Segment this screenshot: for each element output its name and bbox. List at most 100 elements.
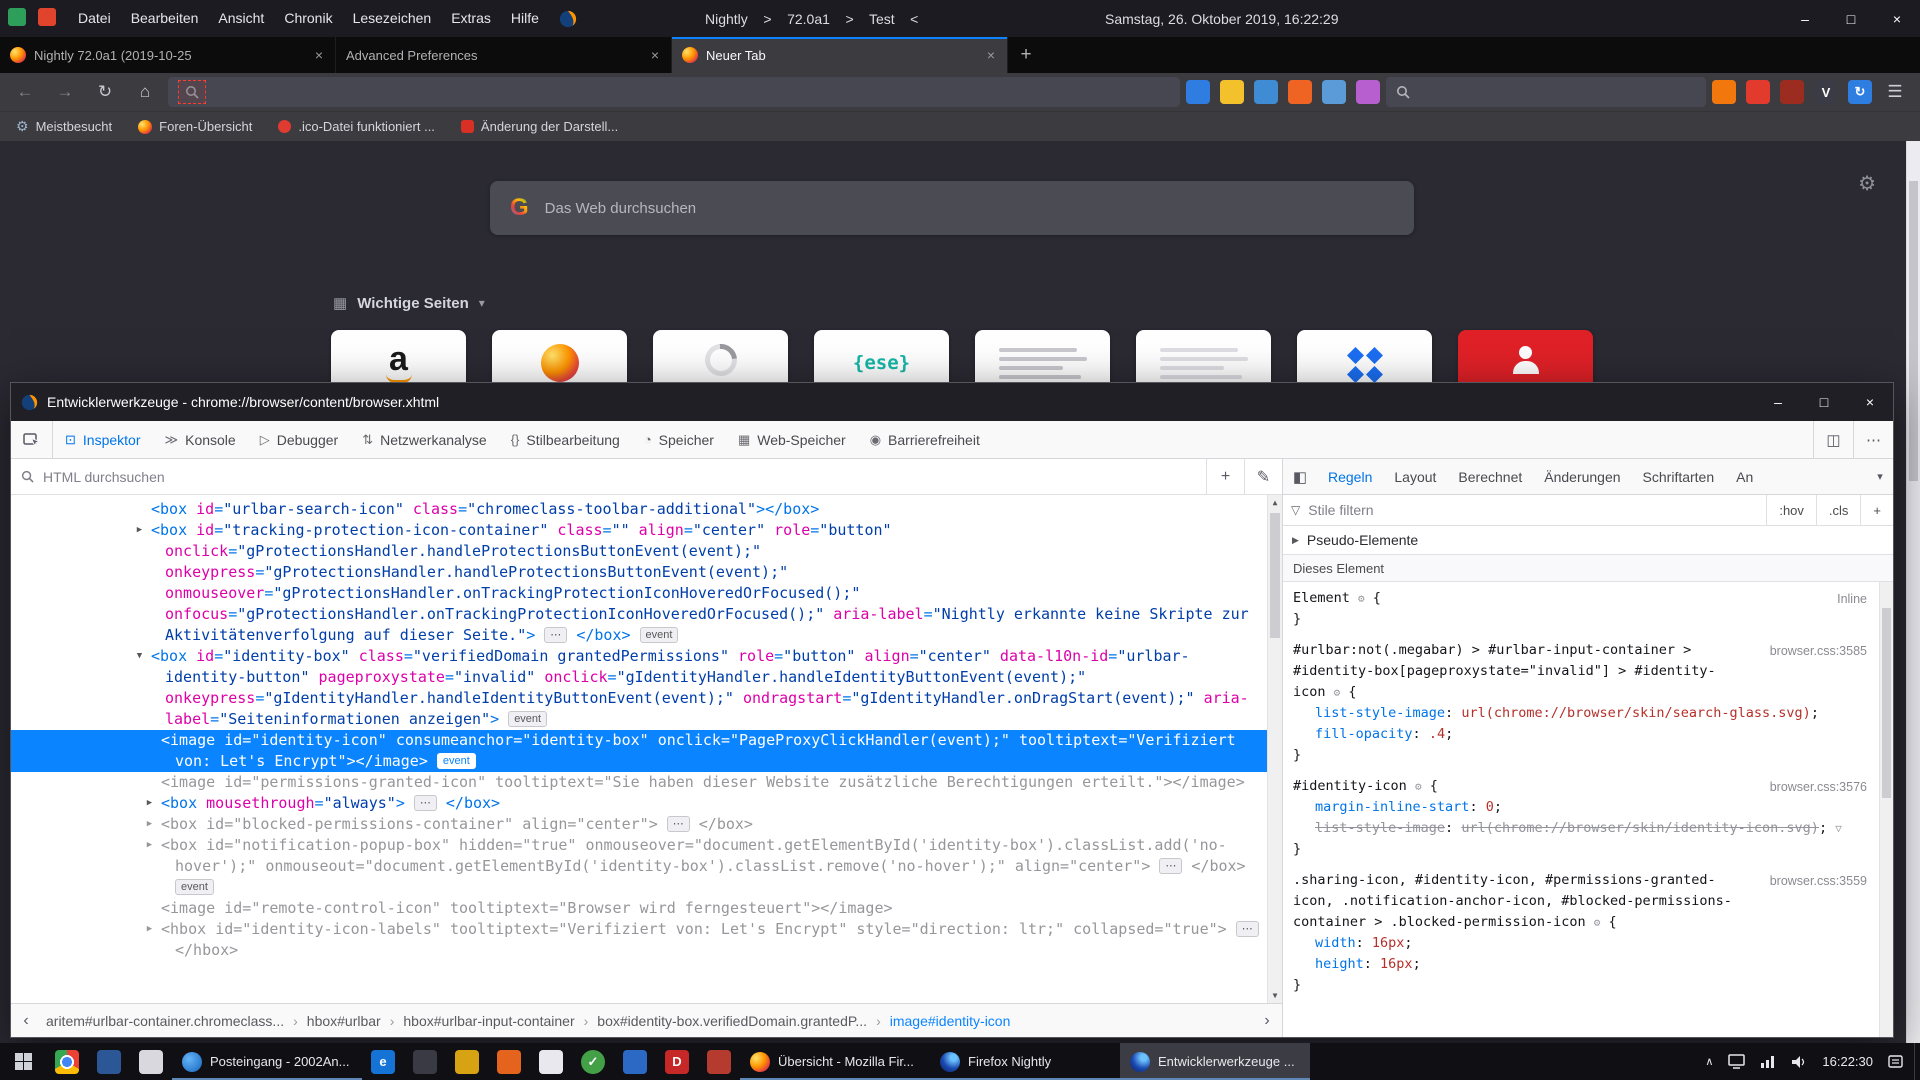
breadcrumb-scroll-left-icon[interactable]: ‹ [15,1012,37,1030]
devtools-menu-icon[interactable]: ⋯ [1853,421,1893,458]
breadcrumb-item[interactable]: hbox#urlbar [300,1013,388,1029]
rule-source-link[interactable]: Inline [1837,589,1867,610]
toolbar-extension-icon-1[interactable] [1186,80,1210,104]
eyedropper-icon[interactable]: ✎ [1244,459,1282,494]
show-desktop-button[interactable] [1914,1043,1920,1080]
action-center-icon[interactable] [1888,1055,1904,1069]
taskbar-app-icon[interactable] [455,1050,479,1074]
tab-close-icon[interactable]: × [649,47,661,63]
taskbar-app-icon[interactable] [139,1050,163,1074]
expand-twisty-icon[interactable]: ▶ [143,793,156,814]
style-filter-input[interactable]: Stile filtern [1308,502,1766,518]
devtools-titlebar[interactable]: Entwicklerwerkzeuge - chrome://browser/c… [11,383,1893,421]
markup-node-permissions-granted-icon[interactable]: <image id="permissions-granted-icon" too… [11,772,1270,793]
scroll-up-arrow-icon[interactable]: ▲ [1268,495,1282,510]
tool-tab-web-speicher[interactable]: ▦Web-Speicher [726,421,858,458]
new-tab-button[interactable]: + [1008,37,1044,73]
expand-twisty-icon[interactable]: ▶ [1292,535,1299,546]
breadcrumb-item[interactable]: aritem#urlbar-container.chromeclass... [39,1013,291,1029]
scrollbar-thumb[interactable] [1882,608,1891,798]
inline-ellipsis-badge[interactable]: ⋯ [414,795,437,811]
event-badge[interactable]: event [640,627,679,643]
breadcrumb-item[interactable]: box#identity-box.verifiedDomain.grantedP… [590,1013,874,1029]
browser-tab[interactable]: Advanced Preferences× [336,37,672,73]
taskbar-task[interactable]: Entwicklerwerkzeuge ... [1120,1043,1310,1080]
toolbar-extension-icon-6[interactable] [1356,80,1380,104]
search-bar[interactable] [1386,77,1706,107]
expand-twisty-icon[interactable]: ▶ [143,835,156,856]
taskbar-app-icon[interactable] [55,1050,79,1074]
taskbar-app-icon[interactable] [497,1050,521,1074]
dock-options-icon[interactable]: ◫ [1813,421,1853,458]
css-declaration[interactable]: margin-inline-start: 0; [1293,797,1867,818]
taskbar-app-icon[interactable]: e [371,1050,395,1074]
css-declaration[interactable]: fill-opacity: .4; [1293,724,1867,745]
taskbar-app-icon[interactable] [539,1050,563,1074]
tab-close-icon[interactable]: × [313,47,325,63]
taskbar-app-icon[interactable]: ✓ [581,1050,605,1074]
selector-highlighter-icon[interactable]: ⚙ [1358,592,1365,605]
css-declaration[interactable]: list-style-image: url(chrome://browser/s… [1293,818,1867,839]
menu-item-bearbeiten[interactable]: Bearbeiten [121,0,209,37]
scrollbar-thumb[interactable] [1270,513,1280,638]
page-scrollbar[interactable] [1906,141,1920,1043]
taskbar-app-icon[interactable] [707,1050,731,1074]
breadcrumb-scroll-right-icon[interactable]: › [1256,1012,1278,1030]
toolbar-extension-icon-3[interactable] [1780,80,1804,104]
start-button[interactable] [0,1043,46,1080]
tool-tab-stilbearbeitung[interactable]: {}Stilbearbeitung [499,421,632,458]
rules-scrollbar[interactable] [1879,582,1893,1037]
devtools-minimize-button[interactable]: – [1755,383,1801,421]
rule-selector[interactable]: .sharing-icon, #identity-icon, #permissi… [1293,872,1732,930]
rule-selector[interactable]: Element [1293,590,1350,606]
toolbar-extension-icon-5[interactable]: ↻ [1848,80,1872,104]
rule-source-link[interactable]: browser.css:3576 [1770,777,1867,798]
sidebar-tab-layout[interactable]: Layout [1383,459,1447,495]
settings-gear-icon[interactable]: ⚙ [1858,171,1876,196]
rule-source-link[interactable]: browser.css:3585 [1770,641,1867,662]
markup-node-notification-popup-box[interactable]: ▶<box id="notification-popup-box" hidden… [11,835,1270,898]
sidebar-tab-regeln[interactable]: Regeln [1317,459,1383,495]
event-badge[interactable]: event [175,879,214,895]
breadcrumb-item[interactable]: hbox#urlbar-input-container [396,1013,581,1029]
devtools-close-button[interactable]: × [1847,383,1893,421]
markup-node-tracking-protection-icon-container[interactable]: ▶<box id="tracking-protection-icon-conta… [11,520,1270,646]
tray-chevron-icon[interactable]: ∧ [1705,1055,1713,1068]
tool-tab-konsole[interactable]: ≫Konsole [153,421,248,458]
url-bar[interactable] [168,77,1180,107]
home-button[interactable]: ⌂ [128,77,162,107]
menu-item-lesezeichen[interactable]: Lesezeichen [343,0,442,37]
selector-highlighter-icon[interactable]: ⚙ [1415,780,1422,793]
taskbar-app-icon[interactable] [97,1050,121,1074]
taskbar-task[interactable]: Übersicht - Mozilla Fir... [740,1043,930,1080]
css-declaration[interactable]: height: 16px; [1293,954,1867,975]
markup-node-blocked-permissions-container[interactable]: ▶<box id="blocked-permissions-container"… [11,814,1270,835]
pseudo-elements-header[interactable]: ▶ Pseudo-Elemente [1283,526,1893,555]
back-button[interactable]: ← [8,77,42,107]
sidebar-tab-an[interactable]: An [1725,459,1764,495]
markup-node-remote-control-icon[interactable]: <image id="remote-control-icon" tooltipt… [11,898,1270,919]
breadcrumb-item[interactable]: image#identity-icon [883,1013,1018,1029]
node-picker-icon[interactable] [11,421,53,458]
markup-node-urlbar-search-icon[interactable]: <box id="urlbar-search-icon" class="chro… [11,499,1270,520]
browser-tab[interactable]: Neuer Tab× [672,37,1008,73]
overridden-filter-icon[interactable]: ▽ [1835,822,1842,835]
bookmark-item[interactable]: .ico-Datei funktioniert ... [278,119,435,134]
expand-twisty-icon[interactable]: ▶ [143,814,156,835]
bookmark-item[interactable]: Foren-Übersicht [138,119,252,134]
sidebar-tab-änderungen[interactable]: Änderungen [1533,459,1631,495]
tool-tab-debugger[interactable]: ▷Debugger [248,421,351,458]
markup-node-identity-box[interactable]: ▼<box id="identity-box" class="verifiedD… [11,646,1270,730]
tool-tab-speicher[interactable]: ◔Speicher [632,421,726,458]
hov-toggle[interactable]: :hov [1766,495,1816,525]
inline-ellipsis-badge[interactable]: ⋯ [1236,921,1259,937]
taskbar-app-icon[interactable]: D [665,1050,689,1074]
tabs-overflow-chevron-icon[interactable]: ▾ [1867,470,1893,483]
browser-tab[interactable]: Nightly 72.0a1 (2019-10-25× [0,37,336,73]
tab-close-icon[interactable]: × [985,47,997,63]
html-search-input[interactable]: HTML durchsuchen [43,469,1206,485]
toolbar-extension-icon-1[interactable] [1712,80,1736,104]
cls-toggle[interactable]: .cls [1816,495,1861,525]
toolbar-extension-icon-3[interactable] [1254,80,1278,104]
volume-icon[interactable] [1791,1055,1807,1069]
